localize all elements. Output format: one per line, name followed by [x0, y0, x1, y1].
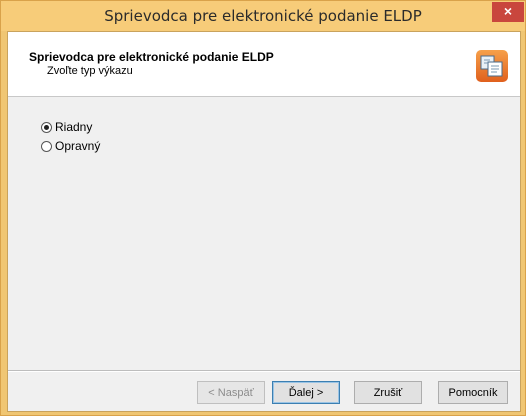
radio-opravny-label: Opravný — [55, 139, 101, 153]
radio-riadny[interactable]: Riadny — [41, 120, 92, 134]
close-icon: × — [503, 3, 513, 19]
radio-riadny-label: Riadny — [55, 120, 93, 134]
header-subtitle: Zvoľte typ výkazu — [47, 65, 133, 77]
back-button-label: < Naspäť — [208, 386, 254, 399]
cancel-button-label: Zrušiť — [373, 386, 403, 399]
footer-separator — [8, 370, 520, 372]
radio-button-icon[interactable] — [41, 121, 52, 133]
header-title: Sprievodca pre elektronické podanie ELDP — [29, 50, 274, 64]
radio-opravny[interactable]: Opravný — [41, 139, 100, 153]
help-button[interactable]: Pomocník — [438, 381, 508, 404]
window-title: Sprievodca pre elektronické podanie ELDP — [104, 7, 422, 25]
close-button[interactable]: × — [492, 2, 524, 22]
next-button[interactable]: Ďalej > — [272, 381, 340, 404]
eldp-wizard-logo-icon — [476, 50, 508, 82]
title-bar[interactable]: Sprievodca pre elektronické podanie ELDP… — [1, 1, 525, 31]
wizard-header: Sprievodca pre elektronické podanie ELDP… — [8, 32, 520, 97]
wizard-client-area: Sprievodca pre elektronické podanie ELDP… — [7, 31, 521, 412]
next-button-label: Ďalej > — [288, 386, 324, 399]
back-button[interactable]: < Naspäť — [197, 381, 265, 404]
help-button-label: Pomocník — [448, 386, 498, 399]
radio-button-icon[interactable] — [41, 140, 52, 152]
wizard-window: Sprievodca pre elektronické podanie ELDP… — [0, 0, 526, 416]
cancel-button[interactable]: Zrušiť — [354, 381, 422, 404]
